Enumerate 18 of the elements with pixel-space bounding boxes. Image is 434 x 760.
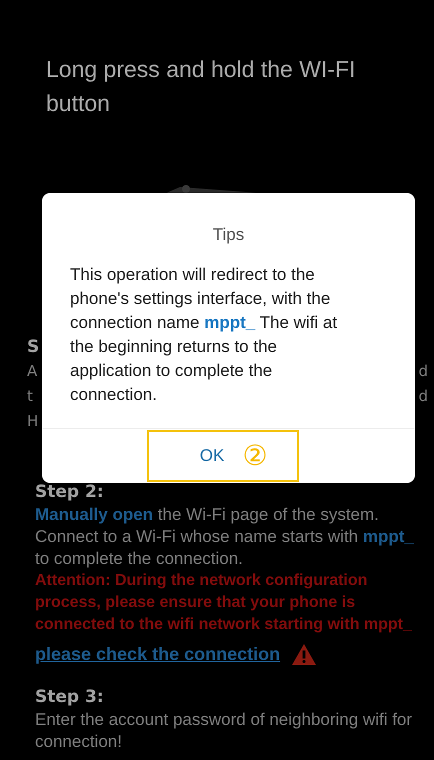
check-connection-link[interactable]: please check the connection (35, 644, 280, 665)
step-text: Enter the account password of neighboring wifi for connection! (35, 709, 414, 753)
dialog-title: Tips (212, 225, 246, 245)
step-text: d (418, 386, 428, 407)
step-text: H (27, 411, 38, 432)
page-title: Long press and hold the WI-FI button (45, 55, 356, 118)
step-text: Manually open the Wi-Fi page of the system. Connect to a Wi-Fi whose name starts with mppt_ to complete the connection. (35, 504, 415, 570)
step-text: A (27, 361, 38, 382)
step-text: t (27, 386, 33, 407)
step-number-label: ② (242, 441, 268, 471)
step-heading: S (27, 336, 40, 359)
step-text: d (418, 361, 428, 382)
step-heading: Step 2: (35, 481, 104, 504)
dialog-message: This operation will redirect to the phone's settings interface, with the connection name mppt_ The wifi at the beginning returns to the application to complete the connection. (69, 264, 338, 406)
attention-text: Attention: During the network configuration process, please ensure that your phone is connected to the wifi network starting with mppt_ (35, 571, 413, 635)
ok-button[interactable]: OK ② (146, 430, 298, 482)
step-heading: Step 3: (35, 686, 104, 709)
warning-icon (292, 644, 316, 665)
